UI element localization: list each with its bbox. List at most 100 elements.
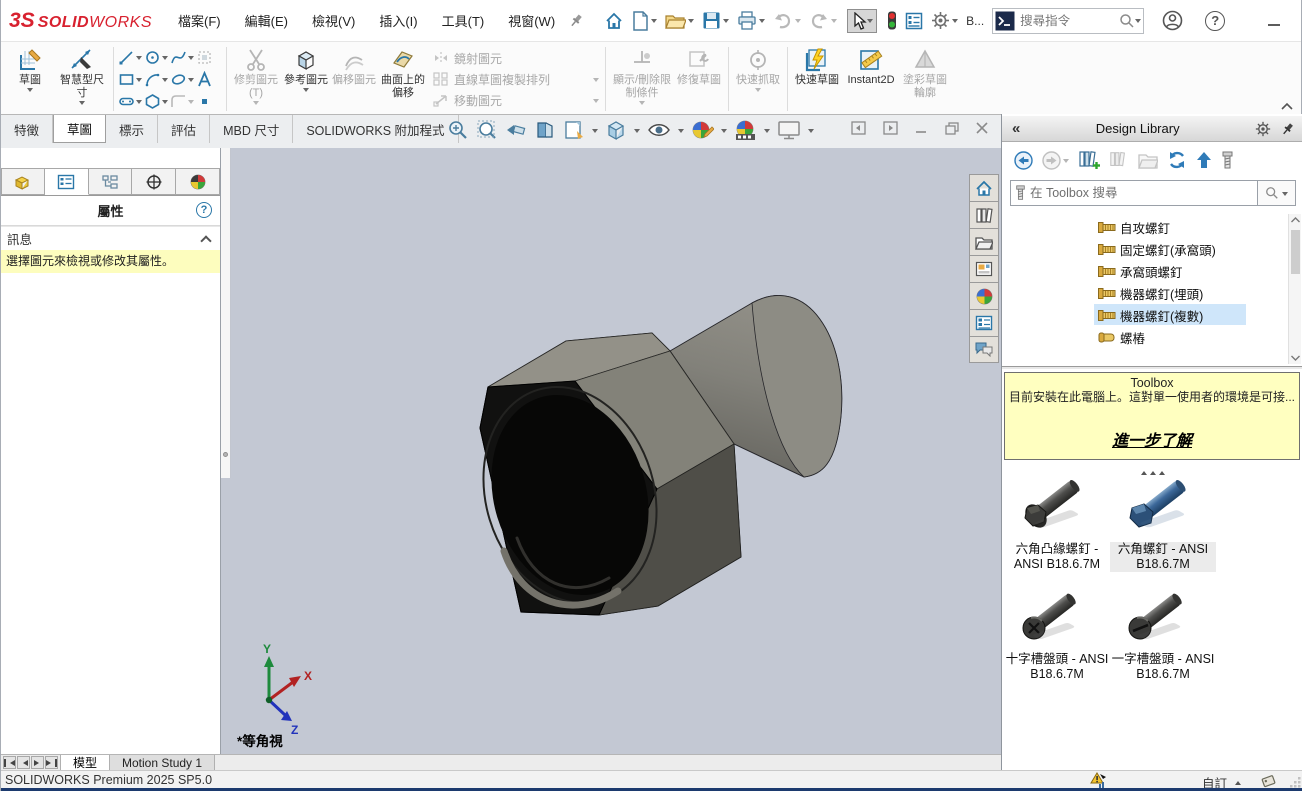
task-pane-design-library-tab[interactable] [969,201,999,228]
toolbox-search-dropdown[interactable] [1282,191,1288,199]
flyout-grip-dot[interactable] [223,452,228,457]
fillet-tool[interactable] [170,90,196,112]
ellipse-tool[interactable] [170,68,196,90]
line-dropdown[interactable] [136,55,142,63]
minimize-button[interactable] [1267,14,1281,27]
tree-item[interactable]: 固定螺釘(承窩頭) [1002,238,1302,260]
task-pane-appearances-tab[interactable] [969,282,999,309]
new-document-dropdown[interactable] [651,19,658,26]
apply-scene-icon[interactable] [734,119,757,141]
tree-item[interactable]: 機器螺釘(埋頭) [1002,282,1302,304]
toolbox-search-button[interactable] [1258,180,1296,206]
hide-show-dropdown[interactable] [678,128,684,136]
display-manager-tab[interactable] [176,168,220,195]
toolbox-screw-icon[interactable] [1221,151,1234,170]
custom-up-arrow[interactable] [1235,778,1241,785]
point-tool[interactable] [196,90,222,112]
part-3d-model[interactable]: Y X Z [221,148,1001,754]
spline-dropdown[interactable] [188,55,194,63]
redo-dropdown[interactable] [831,19,838,26]
sketch-dropdown[interactable] [27,88,33,95]
command-search-input[interactable] [1020,13,1120,28]
scroll-up-icon[interactable] [1289,216,1302,224]
smart-dimension-button[interactable]: 智慧型尺寸 [55,45,109,113]
circle-tool[interactable] [144,46,170,68]
arc-dropdown[interactable] [162,77,168,85]
search-dropdown[interactable] [1135,19,1142,26]
ellipse-dropdown[interactable] [188,77,194,85]
text-tool[interactable] [196,68,222,90]
arc-tool[interactable] [144,68,170,90]
menu-file[interactable]: 檔案(F) [178,11,221,30]
save-dropdown[interactable] [723,19,730,26]
new-document-button[interactable] [632,10,658,31]
open-button[interactable] [665,12,695,30]
undo-button[interactable] [773,12,802,30]
home-button[interactable] [604,11,624,31]
zoom-to-area-icon[interactable] [476,119,498,141]
spline-tool[interactable] [170,46,196,68]
add-to-library-button[interactable] [1078,150,1100,170]
tab-addins[interactable]: SOLIDWORKS 附加程式 [293,115,459,143]
view-settings-dropdown[interactable] [808,128,814,136]
configuration-manager-tab[interactable] [88,168,133,195]
pane-left-toggle-icon[interactable] [851,121,866,135]
options-gear-button[interactable] [931,11,959,30]
select-tool-button[interactable] [847,8,878,33]
redo-button[interactable] [809,12,838,30]
pane-right-toggle-icon[interactable] [883,121,898,135]
property-manager-tab[interactable] [44,168,89,195]
toolbox-search-box[interactable] [1010,180,1258,206]
collapsed-feature-tree-flyout[interactable] [221,148,231,478]
scrollbar-thumb[interactable] [1291,230,1300,274]
task-pane-view-palette-tab[interactable] [969,255,999,282]
toolbox-search-input[interactable] [1030,186,1253,200]
rebuild-traffic-light-icon[interactable] [887,11,897,30]
feature-manager-tab[interactable] [1,168,45,195]
tree-item[interactable]: 承窩頭螺釘 [1002,260,1302,282]
tab-features[interactable]: 特徵 [1,115,54,143]
previous-view-icon[interactable] [505,119,527,141]
search-icon[interactable] [1119,13,1135,29]
first-tab-button[interactable] [3,756,16,769]
pane-splitter[interactable] [1002,366,1302,370]
graphics-viewport[interactable]: Y X Z *等角視 [221,148,1001,754]
menu-edit[interactable]: 編輯(E) [245,11,288,30]
display-style-icon[interactable] [605,119,627,141]
menu-insert[interactable]: 插入(I) [379,11,417,30]
menu-tools[interactable]: 工具(T) [442,11,485,30]
polygon-tool[interactable] [144,90,170,112]
save-button[interactable] [702,11,730,30]
view-settings-icon[interactable] [777,119,801,141]
panel-help-icon[interactable]: ? [196,202,212,218]
line-tool[interactable] [118,46,144,68]
forward-dropdown[interactable] [1063,158,1069,166]
resize-grip[interactable] [1290,777,1301,788]
tab-sketch[interactable]: 草圖 [53,115,107,143]
slot-dropdown[interactable] [136,99,142,107]
edit-appearance-dropdown[interactable] [721,128,727,136]
open-dropdown[interactable] [688,19,695,26]
message-section-header[interactable]: 訊息 [1,226,220,250]
collapse-section-chevron[interactable] [200,235,212,247]
tab-evaluate[interactable]: 評估 [158,115,211,143]
print-button[interactable] [737,11,766,30]
edit-appearance-icon[interactable] [691,119,714,141]
gear-dropdown[interactable] [952,19,959,26]
collapse-ribbon-chevron[interactable] [1281,102,1293,110]
doc-close-button[interactable] [976,122,989,134]
toolbox-item[interactable]: 一字槽盤頭 - ANSI B18.6.7M [1110,588,1216,682]
command-search-box[interactable] [992,7,1145,34]
collapse-pane-icon[interactable]: « [1012,120,1020,137]
back-button[interactable] [1014,150,1033,170]
refresh-button[interactable] [1167,150,1187,170]
apply-scene-dropdown[interactable] [764,128,770,136]
options-list-icon[interactable] [905,12,923,30]
document-name-truncated[interactable]: B... [966,14,984,28]
hide-show-items-icon[interactable] [647,119,671,141]
pane-gear-icon[interactable] [1255,121,1271,137]
task-pane-home-tab[interactable] [969,174,999,201]
rectangle-tool[interactable] [118,68,144,90]
previous-tab-button[interactable] [17,756,30,769]
tag-icon[interactable] [1261,773,1277,788]
